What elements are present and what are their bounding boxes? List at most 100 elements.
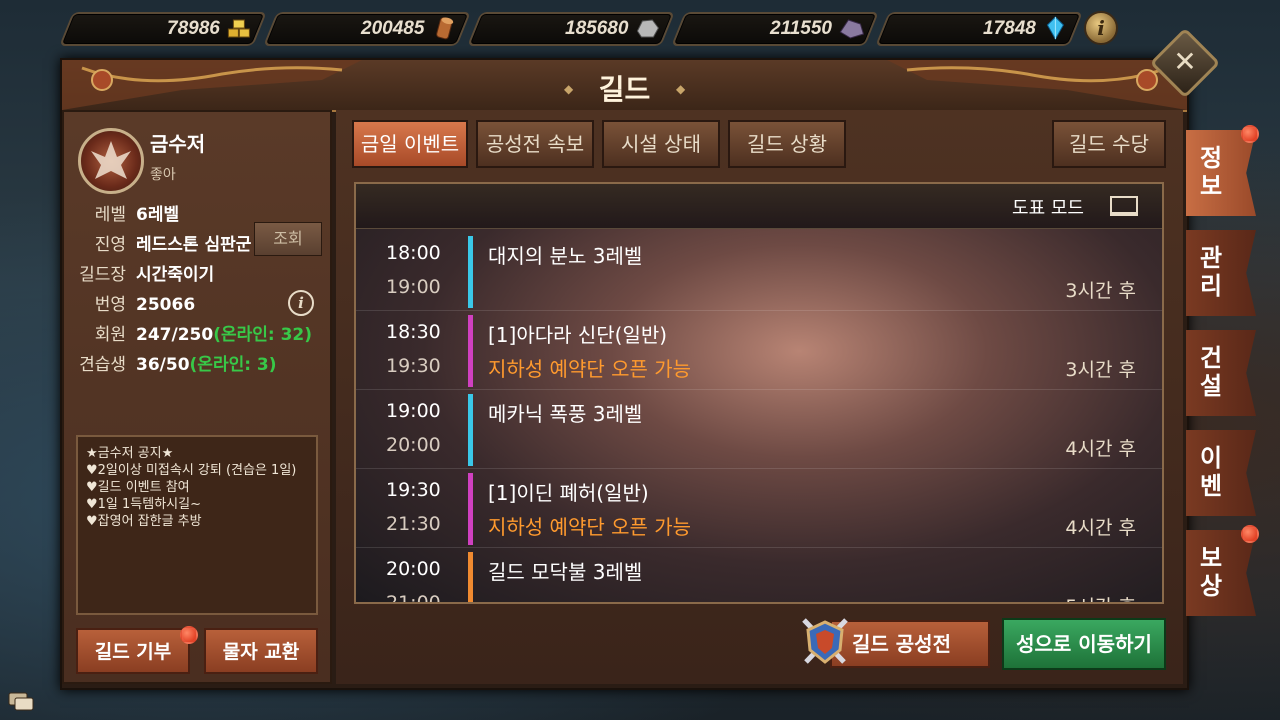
event-name: [1]아다라 신단(일반) [488,323,668,347]
event-color-bar [468,236,473,308]
side-tab-build[interactable]: 건설 [1186,330,1256,416]
info-badge-icon [1241,125,1259,143]
event-start: 18:30 [386,321,441,343]
donate-button[interactable]: 길드 기부 [76,628,190,674]
event-row[interactable]: 20:00 21:00 길드 모닥불 3레벨 5시간 후 [356,548,1162,604]
event-countdown: 5시간 후 [1065,592,1136,602]
tab-facility-status[interactable]: 시설 상태 [602,120,720,168]
event-end: 19:00 [386,276,441,298]
iron-resource[interactable]: 211550 [671,12,879,46]
side-tab-label: 이벤 [1199,444,1223,500]
event-name: [1]이딘 폐허(일반) [488,481,649,505]
event-row[interactable]: 18:00 19:00 대지의 분노 3레벨 3시간 후 [356,232,1162,311]
side-tab-info[interactable]: 정보 [1186,130,1256,216]
chart-mode-label[interactable]: 도표 모드 [1012,194,1084,220]
donate-badge-icon [180,626,198,644]
exchange-button[interactable]: 물자 교환 [204,628,318,674]
event-sub: 지하성 예약단 오픈 가능 [488,357,692,381]
list-header: 도표 모드 [356,184,1162,229]
event-row[interactable]: 19:00 20:00 메카닉 폭풍 3레벨 4시간 후 [356,390,1162,469]
event-name: 대지의 분노 3레벨 [488,244,643,268]
online-count: (온라인: 3) [189,355,277,375]
event-start: 20:00 [386,558,441,580]
crystal-resource[interactable]: 17848 [875,12,1083,46]
wood-log-icon [436,17,454,40]
online-count: (온라인: 32) [213,325,313,345]
tab-guild-status[interactable]: 길드 상황 [728,120,846,168]
stat-key: 회원 [94,325,126,345]
side-tab-label: 관리 [1199,244,1223,300]
event-end: 21:00 [386,592,441,604]
stat-value: 시간죽이기 [136,265,215,285]
event-countdown: 3시간 후 [1065,359,1136,381]
event-end: 19:30 [386,355,441,377]
stat-key: 길드장 [79,265,126,285]
stat-row-apprentices: 견습생 36/50(온라인: 3) [70,350,328,380]
side-tab-reward[interactable]: 보상 [1186,530,1256,616]
stone-resource[interactable]: 185680 [467,12,675,46]
event-list: 도표 모드 18:00 19:00 대지의 분노 3레벨 3시간 후 18:30… [354,182,1164,604]
chart-mode-icon[interactable] [1110,196,1138,216]
stat-key: 레벨 [94,205,126,225]
side-tab-label: 보상 [1199,544,1223,600]
stone-value: 185680 [564,18,628,39]
chat-icon[interactable] [8,692,34,712]
wood-value: 200485 [360,18,424,39]
side-tab-manage[interactable]: 관리 [1186,230,1256,316]
event-color-bar [468,552,473,602]
side-tab-label: 건설 [1199,344,1223,400]
window-title: 길드 [598,73,651,106]
stat-value: 247/250 [136,325,214,345]
reward-badge-icon [1241,525,1259,543]
guild-info-panel: 금수저 좋아 레벨 6레벨 진영 레드스톤 심판군 길드장 시간죽이기 번영 25066… [62,110,332,684]
wood-resource[interactable]: 200485 [263,12,471,46]
notice-text: ★금수저 공지★ ♥2일이상 미접속시 강퇴 (견습은 1일) ♥길드 이벤트 … [86,446,297,529]
event-name: 길드 모닥불 3레벨 [488,560,643,584]
stat-row-leader: 길드장 시간죽이기 [70,260,328,290]
event-name: 메카닉 폭풍 3레벨 [488,402,643,426]
event-start: 19:00 [386,400,441,422]
event-sub: 지하성 예약단 오픈 가능 [488,515,692,539]
event-color-bar [468,394,473,466]
stat-key: 견습생 [79,355,126,375]
side-tab-event[interactable]: 이벤 [1186,430,1256,516]
info-icon[interactable]: i [1084,11,1118,45]
stone-icon [636,19,659,38]
event-countdown: 4시간 후 [1065,517,1136,539]
iron-ore-icon [839,19,865,39]
iron-value: 211550 [770,18,832,39]
tab-guild-allowance[interactable]: 길드 수당 [1052,120,1166,168]
gold-value: 78986 [167,18,220,39]
event-countdown: 4시간 후 [1065,438,1136,460]
event-start: 19:30 [386,479,441,501]
tab-today-events[interactable]: 금일 이벤트 [352,120,468,168]
stat-value: 레드스톤 심판군 [136,235,252,255]
content-panel: 금일 이벤트 공성전 속보 시설 상태 길드 상황 길드 수당 도표 모드 18… [336,110,1183,684]
gold-resource[interactable]: 78986 [59,12,267,46]
tab-siege-news[interactable]: 공성전 속보 [476,120,594,168]
guild-siege-button[interactable]: 길드 공성전 [830,620,990,668]
stat-key: 번영 [94,295,126,315]
stat-value: 25066 [136,295,196,315]
close-icon: ✕ [1173,45,1197,78]
stat-key: 진영 [94,235,126,255]
crystal-value: 17848 [983,18,1036,39]
guild-name: 금수저 [150,132,206,156]
guild-subtitle: 좋아 [150,167,176,183]
event-countdown: 3시간 후 [1065,280,1136,302]
lookup-button[interactable]: 조회 [254,222,322,256]
gold-bars-icon [227,19,250,38]
move-to-castle-button[interactable]: 성으로 이동하기 [1002,618,1166,670]
prosperity-info-icon[interactable]: i [288,290,314,316]
crossed-swords-shield-icon [802,618,848,664]
stat-value: 6레벨 [136,205,180,225]
event-row[interactable]: 19:30 21:30 [1]이딘 폐허(일반) 지하성 예약단 오픈 가능 4… [356,469,1162,548]
side-tab-label: 정보 [1199,144,1223,200]
stat-value: 36/50 [136,355,190,375]
title-bar: ◆ 길드 ◆ [62,60,1187,112]
event-color-bar [468,315,473,387]
event-end: 21:30 [386,513,441,535]
event-row[interactable]: 18:30 19:30 [1]아다라 신단(일반) 지하성 예약단 오픈 가능 … [356,311,1162,390]
guild-emblem-icon [78,128,144,194]
title-deco-right-icon: ◆ [676,82,686,96]
